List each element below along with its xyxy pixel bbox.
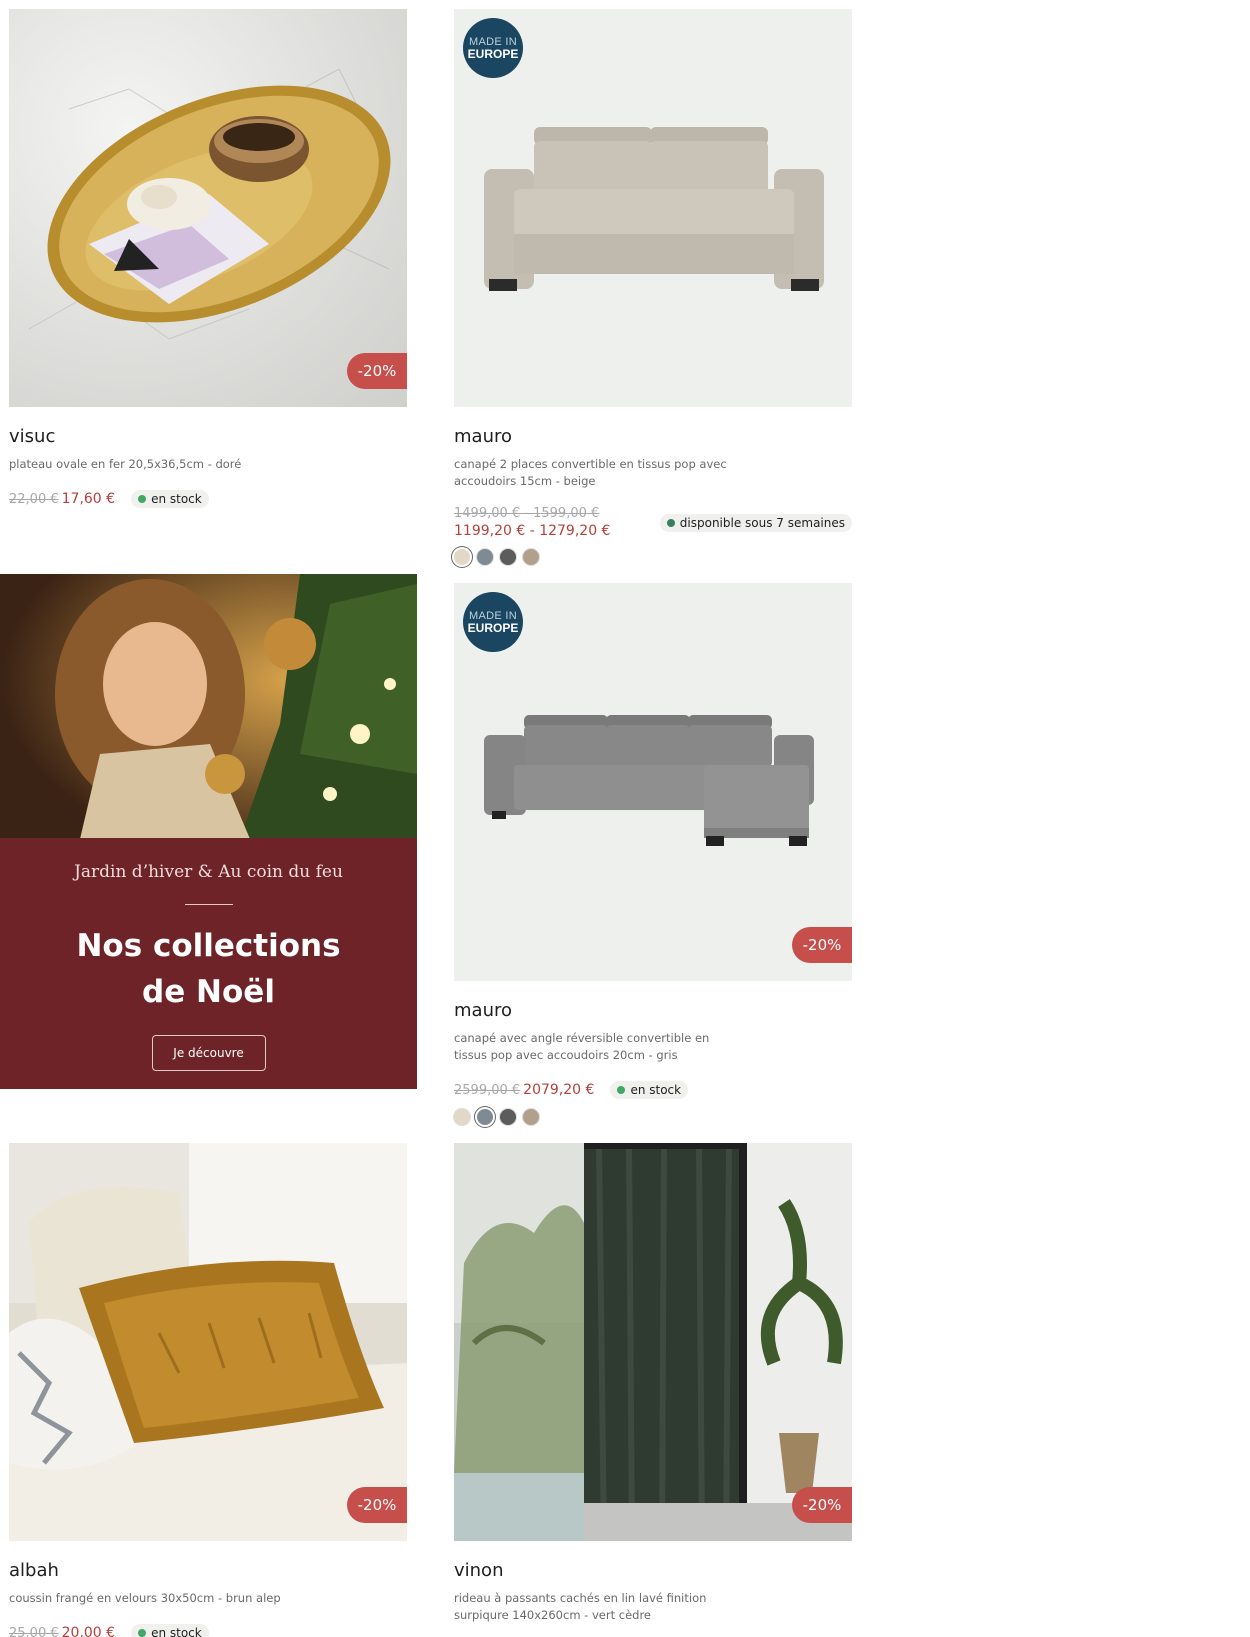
- price-row: 2599,00 € 2079,20 € en stock: [454, 1081, 852, 1099]
- product-card-mauro-2-places[interactable]: MADE IN EUROPE mauro canapé 2 places con…: [454, 9, 852, 565]
- price-row: 1499,00 € - 1599,00 € 1199,20 € - 1279,2…: [454, 506, 852, 539]
- product-card-mauro-angle[interactable]: MADE IN EUROPE -20% mauro canapé avec an…: [454, 583, 852, 1125]
- old-price: 1499,00 € - 1599,00 €: [454, 506, 600, 521]
- cushion-illustration: [9, 1143, 407, 1541]
- old-price: 22,00 €: [9, 491, 59, 507]
- product-image[interactable]: -20%: [9, 9, 407, 407]
- stock-badge: disponible sous 7 semaines: [659, 514, 852, 532]
- color-swatch[interactable]: [500, 549, 516, 565]
- product-image[interactable]: -20%: [9, 1143, 407, 1541]
- color-swatch[interactable]: [523, 549, 539, 565]
- color-swatch[interactable]: [500, 1109, 516, 1125]
- product-name[interactable]: mauro: [454, 1000, 852, 1021]
- product-card-vinon[interactable]: -20% vinon rideau à passants cachés en l…: [454, 1143, 852, 1624]
- badge-line-2: EUROPE: [467, 621, 519, 635]
- promo-title: Nos collections de Noël: [76, 928, 341, 1010]
- christmas-promo-banner[interactable]: Jardin d’hiver & Au coin du feu Nos coll…: [0, 574, 417, 1089]
- new-price: 1199,20 € - 1279,20 €: [454, 523, 611, 539]
- new-price: 20,00 €: [61, 1625, 116, 1637]
- made-in-europe-badge: MADE IN EUROPE: [463, 592, 523, 652]
- divider: [184, 904, 233, 905]
- product-description: plateau ovale en fer 20,5x36,5cm - doré: [9, 457, 242, 471]
- discount-badge: -20%: [792, 927, 852, 963]
- stock-badge: en stock: [131, 490, 209, 508]
- status-dot-icon: [617, 1086, 626, 1094]
- product-name[interactable]: vinon: [454, 1560, 852, 1581]
- product-card-albah[interactable]: -20% albah coussin frangé en velours 30x…: [9, 1143, 407, 1637]
- promo-panel: Jardin d’hiver & Au coin du feu Nos coll…: [0, 838, 417, 1089]
- stock-badge: en stock: [131, 1624, 209, 1637]
- product-name[interactable]: albah: [9, 1560, 407, 1581]
- new-price: 2079,20 €: [523, 1082, 595, 1098]
- discover-button[interactable]: Je découvre: [151, 1035, 266, 1071]
- color-swatch[interactable]: [477, 1109, 493, 1125]
- new-price: 17,60 €: [61, 491, 116, 507]
- christmas-photo: [0, 574, 417, 839]
- promo-subtitle: Jardin d’hiver & Au coin du feu: [74, 862, 343, 882]
- product-description: canapé avec angle réversible convertible…: [454, 1031, 710, 1062]
- discount-badge: -20%: [347, 1487, 407, 1523]
- product-description: rideau à passants cachés en lin lavé fin…: [454, 1591, 707, 1622]
- status-dot-icon: [138, 495, 147, 503]
- old-price: 2599,00 €: [454, 1082, 521, 1098]
- product-description: canapé 2 places convertible en tissus po…: [454, 457, 727, 488]
- stock-label: en stock: [151, 1626, 202, 1637]
- color-swatch[interactable]: [477, 549, 493, 565]
- status-dot-icon: [138, 1629, 147, 1637]
- stock-label: en stock: [151, 492, 202, 506]
- made-in-europe-badge: MADE IN EUROPE: [463, 18, 523, 78]
- product-description: coussin frangé en velours 30x50cm - brun…: [9, 1591, 281, 1605]
- stock-badge: en stock: [610, 1081, 689, 1099]
- status-dot-icon: [666, 519, 675, 527]
- discount-badge: -20%: [347, 353, 407, 389]
- product-name[interactable]: mauro: [454, 426, 852, 447]
- color-swatches: [454, 549, 852, 565]
- product-image[interactable]: MADE IN EUROPE: [454, 9, 852, 407]
- discount-badge: -20%: [792, 1487, 852, 1523]
- price-row: 25,00 € 20,00 € en stock: [9, 1624, 407, 1637]
- product-image[interactable]: -20%: [454, 1143, 852, 1541]
- product-image[interactable]: MADE IN EUROPE -20%: [454, 583, 852, 981]
- gold-tray-illustration: [28, 68, 391, 340]
- color-swatch[interactable]: [454, 1109, 470, 1125]
- stock-label: disponible sous 7 semaines: [679, 516, 845, 530]
- product-card-visuc[interactable]: -20% visuc plateau ovale en fer 20,5x36,…: [9, 9, 407, 508]
- price-row: 22,00 € 17,60 € en stock: [9, 490, 407, 508]
- color-swatch[interactable]: [523, 1109, 539, 1125]
- badge-line-2: EUROPE: [467, 47, 519, 61]
- old-price: 25,00 €: [9, 1625, 59, 1637]
- product-name[interactable]: visuc: [9, 426, 407, 447]
- curtain-illustration: [454, 1143, 852, 1541]
- color-swatch[interactable]: [454, 549, 470, 565]
- stock-label: en stock: [630, 1083, 682, 1097]
- color-swatches: [454, 1109, 852, 1125]
